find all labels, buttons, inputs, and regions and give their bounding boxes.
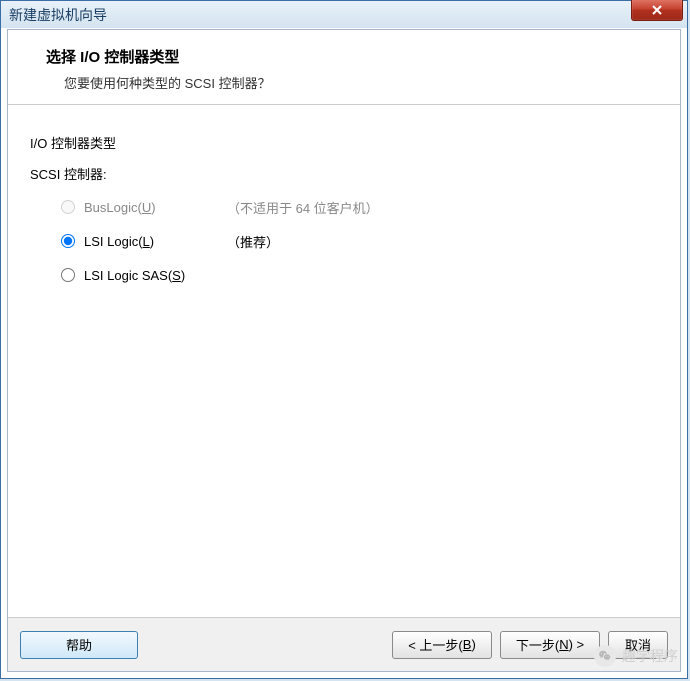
radio-row-buslogic: BusLogic(U) （不适用于 64 位客户机） (60, 197, 660, 217)
io-controller-type-label: I/O 控制器类型 (30, 133, 660, 152)
radio-note-lsilogic: （推荐） (227, 232, 279, 251)
close-icon (651, 4, 663, 16)
cancel-button[interactable]: 取消 (608, 631, 668, 659)
header-section: 选择 I/O 控制器类型 您要使用何种类型的 SCSI 控制器？ (8, 30, 680, 105)
titlebar: 新建虚拟机向导 (1, 1, 687, 28)
page-title: 选择 I/O 控制器类型 (46, 46, 660, 67)
page-subtitle: 您要使用何种类型的 SCSI 控制器？ (64, 73, 660, 92)
footer-section: 帮助 < 上一步(B) 下一步(N) > 取消 (8, 617, 680, 671)
radio-lsilogic[interactable] (61, 234, 75, 248)
radio-label-lsilogic: LSI Logic(L) (84, 234, 219, 249)
next-button[interactable]: 下一步(N) > (500, 631, 600, 659)
radio-label-lsilogicsas: LSI Logic SAS(S) (84, 268, 219, 283)
content-section: I/O 控制器类型 SCSI 控制器: BusLogic(U) （不适用于 64… (8, 105, 680, 617)
dialog-window: 新建虚拟机向导 选择 I/O 控制器类型 您要使用何种类型的 SCSI 控制器？… (0, 0, 688, 679)
radio-buslogic (61, 200, 75, 214)
scsi-controller-label: SCSI 控制器: (30, 164, 660, 183)
close-button[interactable] (631, 0, 683, 21)
dialog-body: 选择 I/O 控制器类型 您要使用何种类型的 SCSI 控制器？ I/O 控制器… (7, 29, 681, 672)
radio-lsilogicsas[interactable] (61, 268, 75, 282)
radio-label-buslogic: BusLogic(U) (84, 200, 219, 215)
back-button[interactable]: < 上一步(B) (392, 631, 492, 659)
window-title: 新建虚拟机向导 (9, 5, 107, 25)
help-button[interactable]: 帮助 (20, 631, 138, 659)
radio-row-lsilogicsas: LSI Logic SAS(S) (60, 265, 660, 285)
radio-note-buslogic: （不适用于 64 位客户机） (227, 198, 379, 217)
radio-row-lsilogic: LSI Logic(L) （推荐） (60, 231, 660, 251)
